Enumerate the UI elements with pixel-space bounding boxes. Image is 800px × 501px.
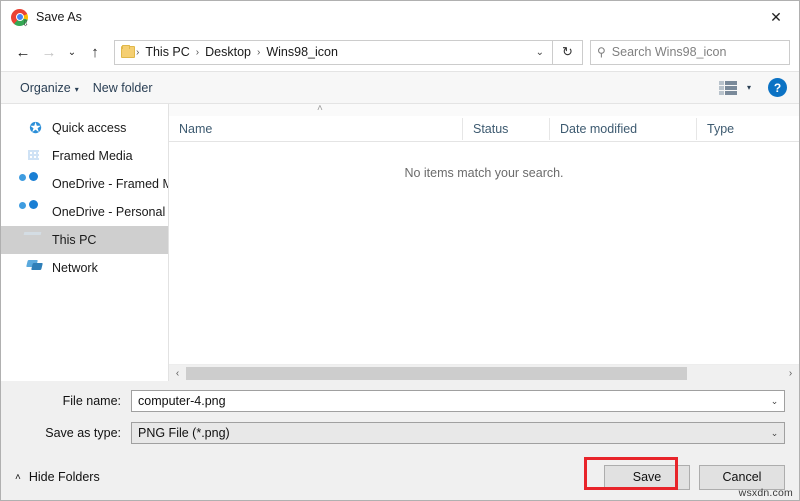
refresh-icon[interactable]: ↻ bbox=[553, 39, 583, 65]
save-as-dialog: ⇩ Save As ✕ ← → ⌄ ↑ › This PC › Desktop … bbox=[0, 0, 800, 501]
navigation-pane: ✪ Quick access Framed Media OneDrive - F… bbox=[1, 104, 169, 381]
chevron-up-icon: ˄ bbox=[15, 471, 21, 483]
chevron-down-icon: ▾ bbox=[74, 84, 79, 94]
scrollbar-track[interactable] bbox=[186, 365, 782, 382]
action-buttons: Save Cancel bbox=[604, 464, 785, 490]
sidebar-item-onedrive-personal[interactable]: OneDrive - Personal bbox=[1, 198, 168, 226]
sidebar-item-label: OneDrive - Framed M bbox=[52, 177, 169, 191]
file-name-input[interactable]: computer-4.png ⌄ bbox=[131, 390, 785, 412]
sidebar-item-network[interactable]: Network bbox=[1, 254, 168, 282]
sort-strip: ˄ bbox=[169, 103, 799, 116]
file-list-pane: ˄ Name Status Date modified Type No item… bbox=[169, 103, 799, 381]
breadcrumb-desktop[interactable]: Desktop bbox=[200, 45, 256, 59]
sort-ascending-icon: ˄ bbox=[317, 103, 323, 114]
view-options-chevron-down-icon[interactable]: ▾ bbox=[747, 83, 751, 92]
empty-list-message: No items match your search. bbox=[404, 166, 564, 180]
address-dropdown-icon[interactable]: ⌄ bbox=[532, 47, 548, 58]
chrome-download-icon: ⇩ bbox=[11, 8, 29, 28]
sidebar-item-label: Network bbox=[52, 261, 98, 275]
star-icon: ✪ bbox=[29, 119, 42, 137]
recent-locations-button[interactable]: ⌄ bbox=[62, 39, 82, 65]
column-header-status[interactable]: Status bbox=[462, 117, 549, 140]
hide-folders-button[interactable]: ˄ Hide Folders bbox=[15, 470, 100, 484]
file-name-row: File name: computer-4.png ⌄ bbox=[15, 390, 785, 412]
save-as-type-value: PNG File (*.png) bbox=[138, 426, 230, 440]
form-area: File name: computer-4.png ⌄ Save as type… bbox=[1, 381, 799, 454]
title-bar: ⇩ Save As ✕ bbox=[1, 1, 799, 33]
sidebar-item-quick-access[interactable]: ✪ Quick access bbox=[1, 114, 168, 142]
sidebar-item-onedrive-framed[interactable]: OneDrive - Framed M bbox=[1, 170, 168, 198]
watermark: wsxdn.com bbox=[738, 487, 793, 499]
save-as-type-label: Save as type: bbox=[45, 426, 121, 440]
help-button[interactable]: ? bbox=[768, 78, 787, 97]
save-as-type-chevron-down-icon[interactable]: ⌄ bbox=[765, 428, 784, 439]
column-headers: Name Status Date modified Type bbox=[169, 116, 799, 142]
scroll-left-icon[interactable]: ‹ bbox=[169, 365, 186, 382]
sidebar-item-this-pc[interactable]: This PC bbox=[1, 226, 168, 254]
search-input[interactable]: Search Wins98_icon bbox=[612, 45, 727, 59]
folder-icon bbox=[121, 45, 135, 58]
scrollbar-thumb[interactable] bbox=[186, 366, 687, 380]
save-as-type-select[interactable]: PNG File (*.png) ⌄ bbox=[131, 422, 785, 444]
search-box[interactable]: ⚲ Search Wins98_icon bbox=[590, 39, 790, 65]
organize-label: Organize bbox=[20, 80, 71, 95]
dialog-footer: ˄ Hide Folders Save Cancel wsxdn.com bbox=[1, 454, 799, 500]
file-name-chevron-down-icon[interactable]: ⌄ bbox=[765, 396, 784, 407]
cloud-icon bbox=[27, 176, 44, 193]
computer-icon bbox=[27, 232, 44, 249]
address-bar[interactable]: › This PC › Desktop › Wins98_icon ⌄ bbox=[114, 39, 553, 65]
file-name-value: computer-4.png bbox=[138, 394, 226, 408]
network-icon bbox=[27, 260, 44, 277]
column-header-name[interactable]: Name bbox=[169, 118, 462, 140]
library-icon bbox=[27, 148, 44, 165]
cloud-icon bbox=[27, 204, 44, 221]
organize-button[interactable]: Organize ▾ bbox=[13, 78, 86, 98]
sidebar-item-label: Quick access bbox=[52, 121, 127, 135]
close-icon[interactable]: ✕ bbox=[753, 1, 799, 33]
forward-button: → bbox=[41, 43, 57, 61]
navigation-bar: ← → ⌄ ↑ › This PC › Desktop › Wins98_ico… bbox=[1, 33, 799, 71]
dialog-body: ✪ Quick access Framed Media OneDrive - F… bbox=[1, 103, 799, 381]
window-title: Save As bbox=[36, 10, 82, 24]
save-as-type-row: Save as type: PNG File (*.png) ⌄ bbox=[15, 422, 785, 444]
cancel-button[interactable]: Cancel bbox=[699, 464, 785, 490]
up-button[interactable]: ↑ bbox=[82, 39, 108, 65]
breadcrumb-this-pc[interactable]: This PC bbox=[140, 45, 194, 59]
column-header-date-modified[interactable]: Date modified bbox=[549, 117, 696, 140]
command-toolbar: Organize ▾ New folder ▾ ? bbox=[1, 71, 799, 104]
scroll-right-icon[interactable]: › bbox=[782, 365, 799, 382]
back-button[interactable]: ← bbox=[10, 39, 36, 65]
hide-folders-label: Hide Folders bbox=[28, 470, 100, 484]
sidebar-item-label: Framed Media bbox=[52, 149, 133, 163]
save-button[interactable]: Save bbox=[604, 464, 690, 490]
file-name-label: File name: bbox=[62, 394, 121, 408]
sidebar-item-label: This PC bbox=[52, 233, 97, 247]
sidebar-item-label: OneDrive - Personal bbox=[52, 205, 166, 219]
horizontal-scrollbar[interactable]: ‹ › bbox=[169, 364, 799, 381]
breadcrumb-wins98-icon[interactable]: Wins98_icon bbox=[261, 45, 343, 59]
list-view-icon[interactable] bbox=[718, 80, 738, 95]
column-header-type[interactable]: Type bbox=[696, 117, 799, 140]
new-folder-button[interactable]: New folder bbox=[86, 78, 160, 98]
search-icon: ⚲ bbox=[597, 45, 606, 59]
sidebar-item-framed-media[interactable]: Framed Media bbox=[1, 142, 168, 170]
